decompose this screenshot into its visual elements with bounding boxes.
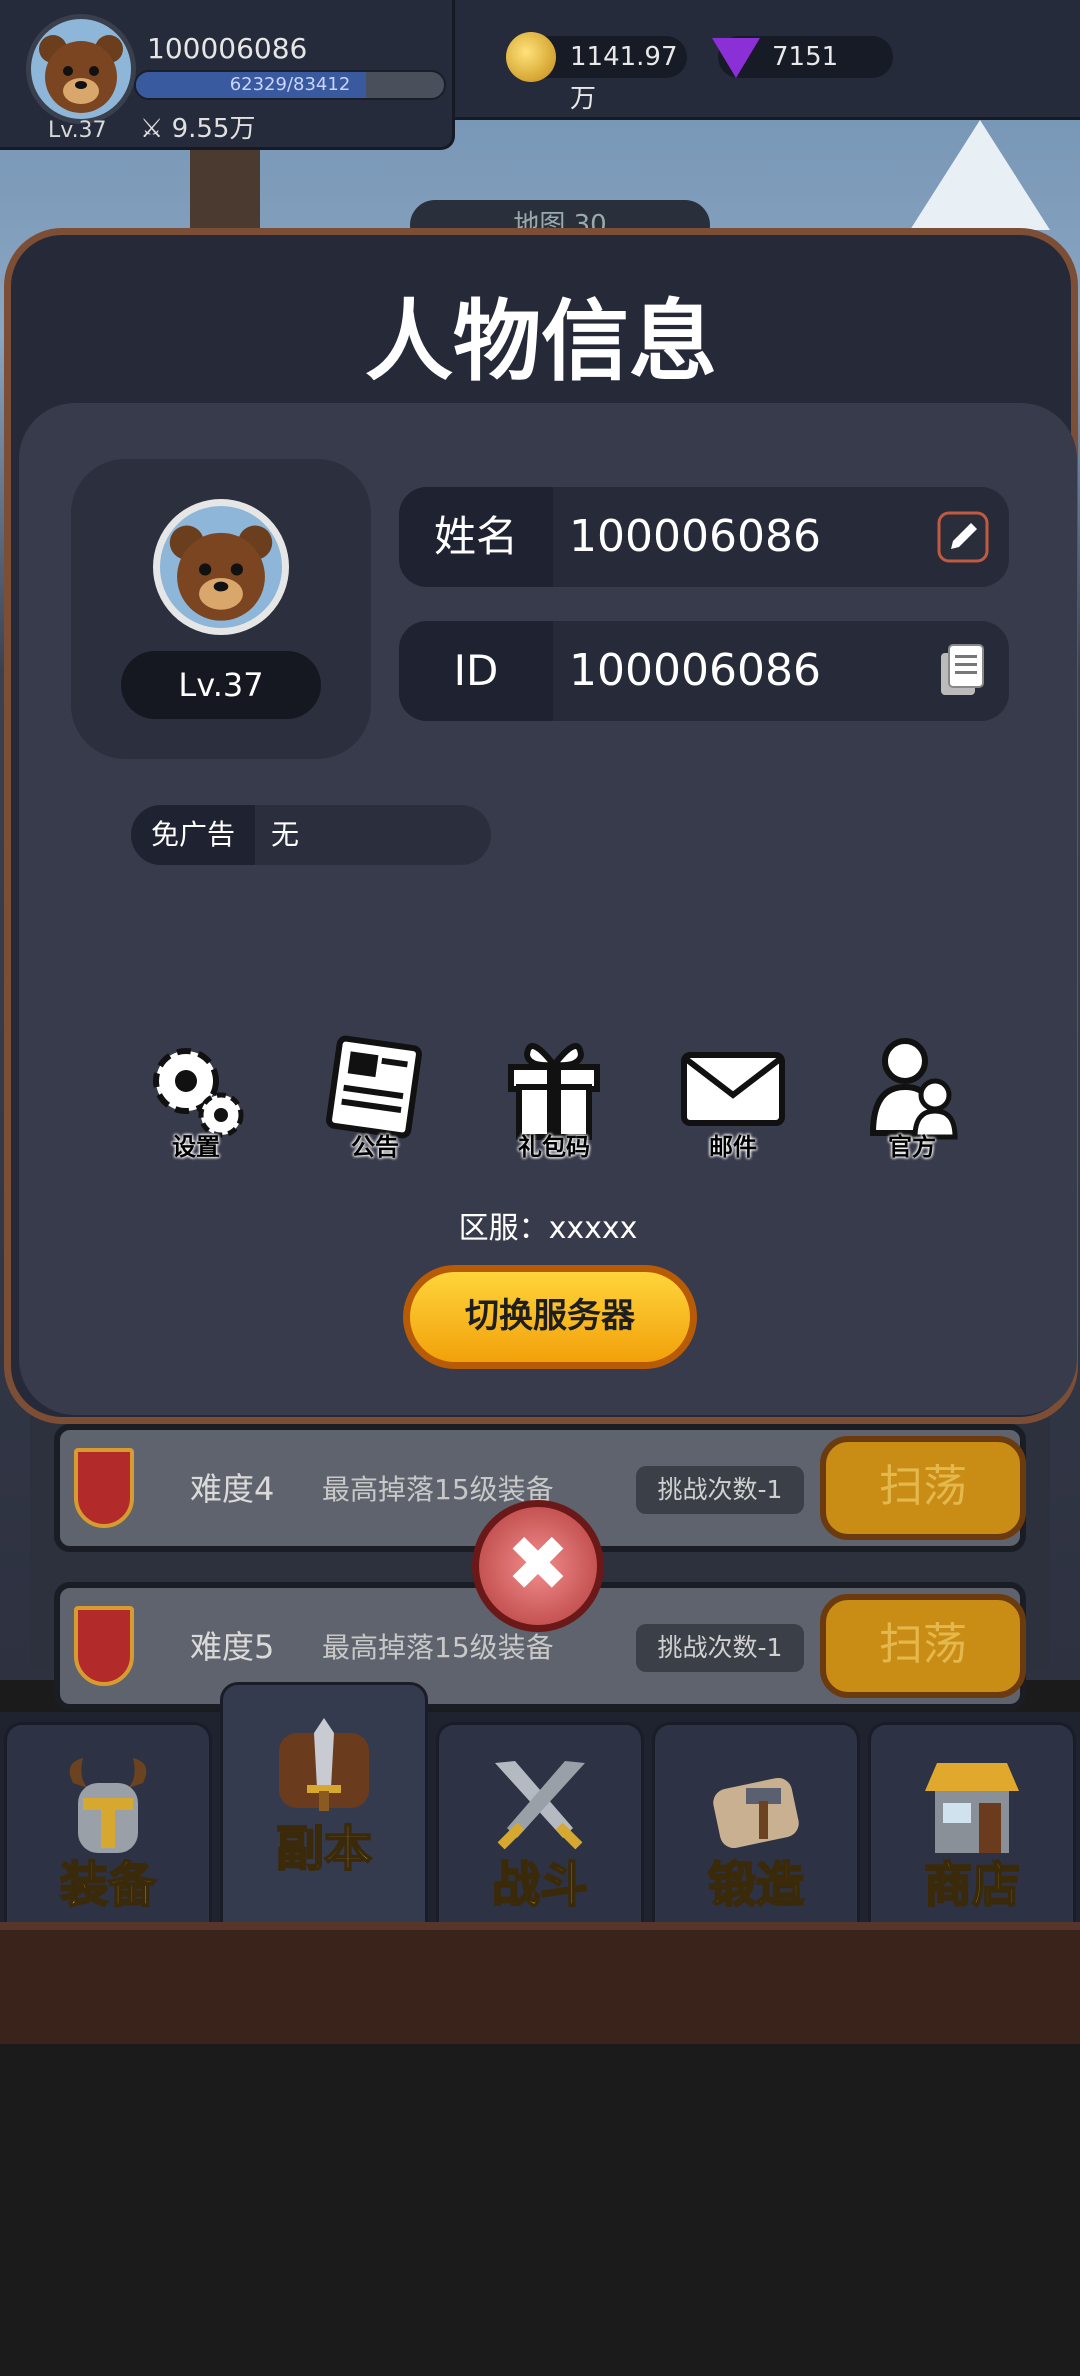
gem-counter[interactable]: 7151: [712, 36, 893, 78]
dialog-body: Lv.37 姓名 100006086 ID 100006086 免广告 无 设置…: [19, 403, 1077, 1415]
action-label: 设置: [172, 1133, 220, 1161]
gold-coin-icon: [506, 32, 556, 82]
level-badge: Lv.37: [121, 651, 321, 719]
close-icon: ✖: [506, 1519, 570, 1608]
nav-label: 副本: [275, 1820, 373, 1878]
dialog-title: 人物信息: [364, 290, 717, 393]
exp-text: 62329/83412: [229, 74, 351, 95]
nav-label: 商店: [923, 1856, 1021, 1914]
official-button[interactable]: 官方: [847, 1033, 977, 1163]
id-value: 100006086: [569, 645, 821, 696]
nav-tab-dungeon[interactable]: 副本: [220, 1682, 428, 1932]
bottom-nav: 装备 副本 战斗 锻造 商店: [0, 1682, 1080, 1932]
switch-server-button[interactable]: 切换服务器: [403, 1265, 697, 1369]
close-dialog-button[interactable]: ✖: [472, 1500, 604, 1632]
power-value: 9.55万: [171, 114, 256, 144]
nav-label: 装备: [59, 1856, 157, 1914]
dungeon-difficulty: 难度4: [190, 1470, 275, 1508]
copy-id-button[interactable]: [935, 641, 991, 701]
server-info: 区服：xxxxx: [458, 1211, 638, 1246]
dungeon-drop: 最高掉落15级装备: [322, 1631, 554, 1664]
floor-strip: [0, 1922, 1080, 2044]
nav-tab-forge[interactable]: 锻造: [652, 1722, 860, 1932]
edit-name-button[interactable]: [935, 507, 991, 567]
gift-code-button[interactable]: 礼包码: [489, 1033, 619, 1163]
banner-icon: [74, 1606, 134, 1686]
banner-icon: [74, 1448, 134, 1528]
sweep-button[interactable]: 扫荡: [820, 1594, 1026, 1698]
name-value: 100006086: [569, 511, 821, 562]
action-label: 官方: [888, 1133, 936, 1161]
game-screen: 100006086 62329/83412 Lv.37 ⚔ 9.55万 1141…: [0, 0, 1080, 2376]
ad-free-value: 无: [271, 818, 300, 851]
sweep-button[interactable]: 扫荡: [820, 1436, 1026, 1540]
nav-label: 战斗: [491, 1856, 589, 1914]
bear-avatar-icon: [169, 525, 273, 621]
diamond-icon: [712, 38, 760, 78]
character-info-dialog: 人物信息 Lv.37 姓名 100006086 ID 100006086 免广告…: [4, 228, 1078, 1424]
username: 100006086: [147, 32, 308, 65]
name-field: 姓名 100006086: [399, 487, 1009, 587]
nav-tab-battle[interactable]: 战斗: [436, 1722, 644, 1932]
exp-bar: 62329/83412: [134, 70, 446, 100]
avatar-panel: Lv.37: [71, 459, 371, 759]
nav-label: 锻造: [707, 1856, 805, 1914]
snowy-tree: [910, 120, 1050, 230]
ad-free-status: 免广告 无: [131, 805, 491, 865]
nav-tab-shop[interactable]: 商店: [868, 1722, 1076, 1932]
challenge-count: 挑战次数-1: [636, 1466, 804, 1514]
action-label: 公告: [351, 1133, 399, 1161]
gold-counter[interactable]: 1141.97万: [506, 32, 687, 114]
id-field: ID 100006086: [399, 621, 1009, 721]
action-label: 邮件: [709, 1133, 757, 1161]
id-label: ID: [399, 621, 553, 721]
ad-free-label: 免广告: [131, 805, 255, 865]
avatar[interactable]: [153, 499, 289, 635]
name-label: 姓名: [399, 487, 553, 587]
copy-icon: [941, 644, 984, 695]
player-level: Lv.37: [48, 118, 107, 143]
nav-tab-equipment[interactable]: 装备: [4, 1722, 212, 1932]
settings-button[interactable]: 设置: [131, 1033, 261, 1163]
dungeon-difficulty: 难度5: [190, 1628, 275, 1666]
player-panel[interactable]: 100006086 62329/83412 Lv.37 ⚔ 9.55万: [0, 0, 455, 150]
announcement-button[interactable]: 公告: [310, 1033, 440, 1163]
avatar[interactable]: [26, 14, 136, 124]
bear-avatar-icon: [39, 35, 123, 113]
gem-value: 7151: [772, 42, 839, 72]
action-label: 礼包码: [518, 1133, 590, 1161]
sword-shield-icon: [279, 1718, 369, 1811]
combat-power: ⚔ 9.55万: [140, 108, 255, 145]
mail-button[interactable]: 邮件: [668, 1033, 798, 1163]
crossed-swords-icon: ⚔: [140, 114, 172, 144]
edit-pencil-icon: [937, 511, 989, 563]
challenge-count: 挑战次数-1: [636, 1624, 804, 1672]
